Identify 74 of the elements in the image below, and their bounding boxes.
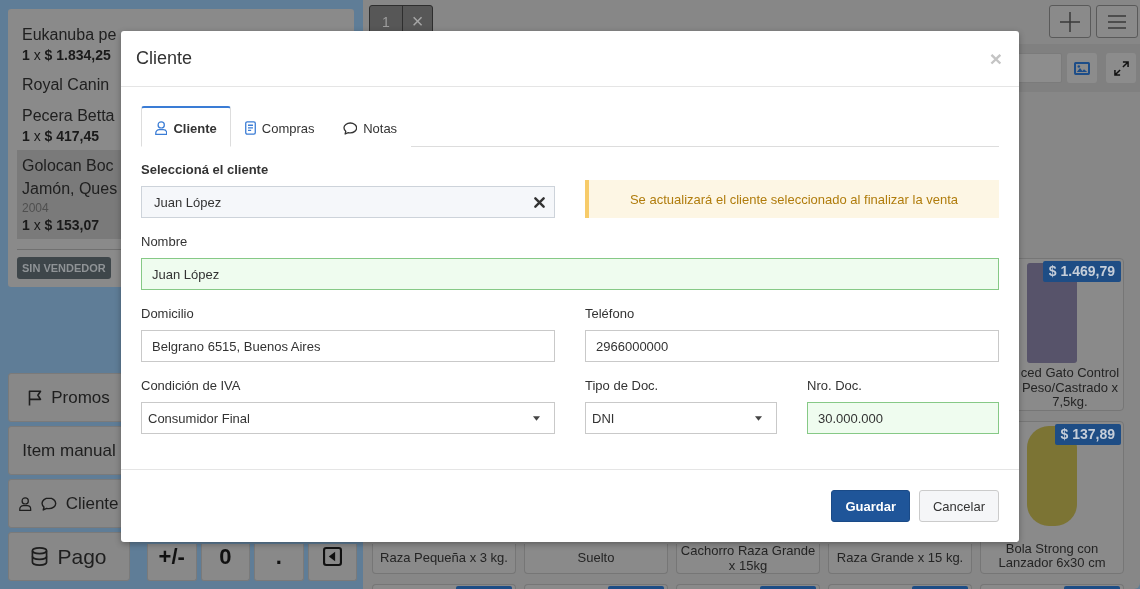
product-name: Raza Pequeña x 3 kg. xyxy=(380,551,508,566)
document-icon xyxy=(244,121,256,135)
sale-item[interactable]: Eukanuba pe 1 x $ 1.834,25 xyxy=(17,19,121,69)
caret-left-square-icon xyxy=(322,547,342,566)
product-card[interactable] xyxy=(372,584,516,589)
field-label: Nro. Doc. xyxy=(807,377,863,395)
chat-icon xyxy=(40,496,57,511)
image-icon xyxy=(1074,61,1090,75)
field-label: Teléfono xyxy=(585,305,636,323)
product-card[interactable] xyxy=(524,584,668,589)
caret-down-icon xyxy=(533,415,540,421)
flag-icon xyxy=(28,389,43,406)
item-amount: 1 x $ 1.834,25 xyxy=(22,46,111,65)
price-badge xyxy=(1064,586,1120,589)
keypad-key[interactable]: +/- xyxy=(147,544,197,581)
product-name: Suelto xyxy=(577,551,615,566)
input-field[interactable]: 2966000000 xyxy=(585,330,999,362)
backspace-key[interactable] xyxy=(307,544,357,581)
save-button[interactable]: Guardar xyxy=(831,490,910,522)
clear-icon xyxy=(534,196,545,208)
caret-down-icon xyxy=(755,415,762,421)
item-name: Royal Canin xyxy=(22,75,111,95)
keypad-key[interactable]: . xyxy=(254,544,304,581)
field-label: Condición de IVA xyxy=(141,377,242,395)
price-badge xyxy=(608,586,664,589)
price-badge xyxy=(760,586,816,589)
expand-icon xyxy=(1113,60,1129,76)
keypad-key[interactable]: 0 xyxy=(200,544,250,581)
input-field[interactable]: Belgrano 6515, Buenos Aires xyxy=(141,330,555,362)
sale-item[interactable]: Pecera Betta 1 x $ 417,45 xyxy=(17,100,121,150)
cancel-button[interactable]: Cancelar xyxy=(918,490,999,522)
product-card[interactable]: Suelto xyxy=(524,544,668,574)
product-card[interactable] xyxy=(828,584,972,589)
item-name: Golocan Boc Jamón, Ques xyxy=(22,156,119,199)
user-icon xyxy=(19,496,32,511)
dialog-title: Cliente xyxy=(136,48,193,69)
payment-button[interactable]: Pago xyxy=(8,532,130,581)
item-name: Eukanuba pe xyxy=(22,25,118,45)
chat-icon xyxy=(342,121,358,135)
product-card[interactable]: Raza Pequeña x 3 kg. xyxy=(372,544,516,574)
input-field[interactable]: Juan López xyxy=(141,258,999,290)
field-label: Tipo de Doc. xyxy=(585,377,660,395)
field-label: Nombre xyxy=(141,233,189,251)
item-amount: 1 x $ 417,45 xyxy=(22,127,100,146)
sale-item[interactable]: Royal Canin xyxy=(17,69,121,100)
price-badge xyxy=(912,586,968,589)
product-name: Raza Grande x 15 kg. xyxy=(836,551,964,566)
product-card[interactable]: Raza Grande x 15 kg. xyxy=(828,544,972,574)
seller-badge: SIN VENDEDOR xyxy=(17,257,111,279)
price-badge: $ 137,89 xyxy=(1054,424,1121,445)
tab[interactable]: Cliente xyxy=(141,106,231,147)
user-icon xyxy=(155,121,168,135)
image-button[interactable] xyxy=(1067,53,1097,83)
input-field[interactable]: 30.000.000 xyxy=(807,402,999,434)
select-field[interactable]: Consumidor Final xyxy=(141,402,555,434)
fullscreen-button[interactable] xyxy=(1106,53,1136,83)
price-badge xyxy=(456,586,512,589)
product-card[interactable] xyxy=(676,584,820,589)
add-button[interactable] xyxy=(1049,5,1091,38)
item-name: Pecera Betta xyxy=(22,106,116,126)
product-name: Bola Strong con Lanzador 6x30 cm xyxy=(997,541,1107,571)
field-label: Seleccioná el cliente xyxy=(141,161,270,179)
menu-icon xyxy=(1108,14,1126,29)
field-label: Domicilio xyxy=(141,305,195,323)
product-card[interactable] xyxy=(980,584,1124,589)
item-amount: 1 x $ 153,07 xyxy=(22,216,100,235)
client-select[interactable]: Juan López xyxy=(141,186,555,218)
database-icon xyxy=(31,547,49,566)
plus-icon xyxy=(1060,11,1080,32)
price-badge: $ 1.469,79 xyxy=(1042,261,1121,282)
menu-button[interactable] xyxy=(1096,5,1138,38)
select-field[interactable]: DNI xyxy=(585,402,777,434)
notice-banner: Se actualizará el cliente seleccionado al finalizar la venta xyxy=(585,180,999,218)
product-name: ced Gato Control Peso/Castrado x 7,5kg. xyxy=(1019,366,1121,410)
